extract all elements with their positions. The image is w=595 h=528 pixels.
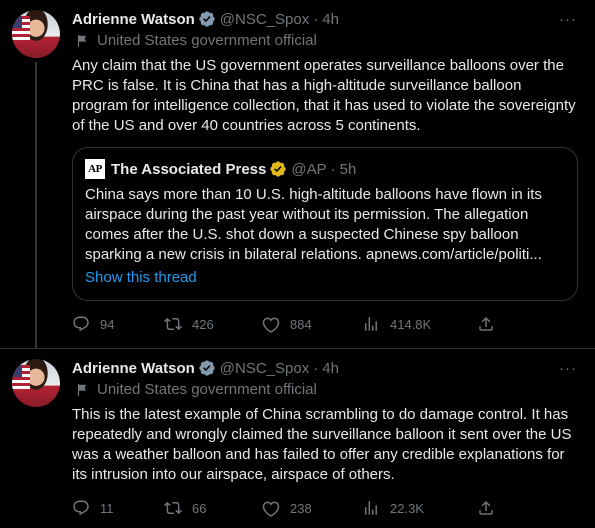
show-thread-link[interactable]: Show this thread	[85, 269, 197, 286]
more-icon[interactable]: ···	[559, 360, 577, 377]
retweet-count: 66	[192, 500, 207, 516]
government-label: United States government official	[72, 32, 317, 49]
retweet-count: 426	[192, 316, 214, 332]
retweet-icon	[164, 501, 182, 515]
separator-dot: ·	[313, 359, 319, 377]
like-button[interactable]: 238	[262, 498, 312, 518]
tweet-header: Adrienne Watson @NSC_Spox · 4h	[72, 9, 339, 29]
share-button[interactable]	[477, 498, 505, 518]
flag-icon	[77, 34, 87, 47]
tweet-header: Adrienne Watson @NSC_Spox · 4h	[72, 358, 339, 378]
retweet-button[interactable]: 66	[164, 498, 206, 518]
views-icon	[365, 317, 377, 331]
verified-badge-icon	[199, 11, 215, 27]
quoted-tweet-text: China says more than 10 U.S. high-altitu…	[85, 186, 542, 263]
timestamp[interactable]: 4h	[322, 360, 339, 377]
quoted-tweet-header: AP The Associated Press @AP · 5h	[85, 159, 356, 179]
flag-icon	[12, 16, 30, 42]
quoted-author-name: The Associated Press	[111, 160, 267, 178]
like-count: 238	[290, 500, 312, 516]
ap-logo: AP	[85, 159, 105, 179]
flag-icon	[12, 365, 30, 391]
views-button[interactable]: 414.8K	[362, 314, 431, 334]
views-button[interactable]: 22.3K	[362, 498, 424, 518]
more-icon[interactable]: ···	[559, 11, 577, 28]
tweet-actions: 94 426 884 414.8K	[72, 314, 502, 334]
author-handle[interactable]: @NSC_Spox	[220, 360, 309, 377]
like-button[interactable]: 884	[262, 314, 312, 334]
tweet-text: This is the latest example of China scra…	[72, 406, 572, 483]
avatar[interactable]	[12, 359, 60, 407]
separator-dot: ·	[330, 160, 336, 178]
quoted-author-handle: @AP	[291, 160, 327, 178]
reply-icon	[73, 500, 89, 516]
like-icon	[262, 501, 280, 517]
avatar[interactable]	[12, 10, 60, 58]
reply-icon	[73, 316, 89, 332]
verified-badge-icon	[270, 161, 287, 177]
quoted-tweet[interactable]: AP The Associated Press @AP · 5h China s…	[72, 147, 578, 301]
reply-count: 94	[100, 316, 115, 332]
views-count: 414.8K	[390, 316, 432, 332]
tweet[interactable]: Adrienne Watson @NSC_Spox · 4h United St…	[0, 0, 595, 349]
timestamp[interactable]: 4h	[322, 11, 339, 28]
share-icon	[479, 500, 493, 515]
separator-dot: ·	[313, 10, 319, 28]
label-text: United States government official	[97, 32, 317, 49]
reply-button[interactable]: 11	[72, 498, 114, 518]
reply-count: 11	[100, 500, 114, 516]
quoted-timestamp: 5h	[339, 160, 357, 178]
like-count: 884	[290, 316, 312, 332]
verified-badge-icon	[199, 360, 215, 376]
reply-button[interactable]: 94	[72, 314, 114, 334]
retweet-button[interactable]: 426	[164, 314, 214, 334]
author-name[interactable]: Adrienne Watson	[72, 11, 195, 28]
label-text: United States government official	[97, 381, 317, 398]
tweet-text: Any claim that the US government operate…	[72, 57, 576, 134]
tweet-actions: 11 66 238 22.3K	[72, 498, 502, 518]
author-handle[interactable]: @NSC_Spox	[220, 11, 309, 28]
government-label: United States government official	[72, 381, 317, 398]
share-icon	[479, 316, 493, 331]
views-count: 22.3K	[390, 500, 424, 516]
share-button[interactable]	[477, 314, 505, 334]
views-icon	[365, 501, 377, 515]
retweet-icon	[164, 317, 182, 331]
flag-icon	[77, 383, 87, 396]
thread-line	[35, 62, 37, 349]
like-icon	[262, 317, 280, 333]
author-name[interactable]: Adrienne Watson	[72, 360, 195, 377]
